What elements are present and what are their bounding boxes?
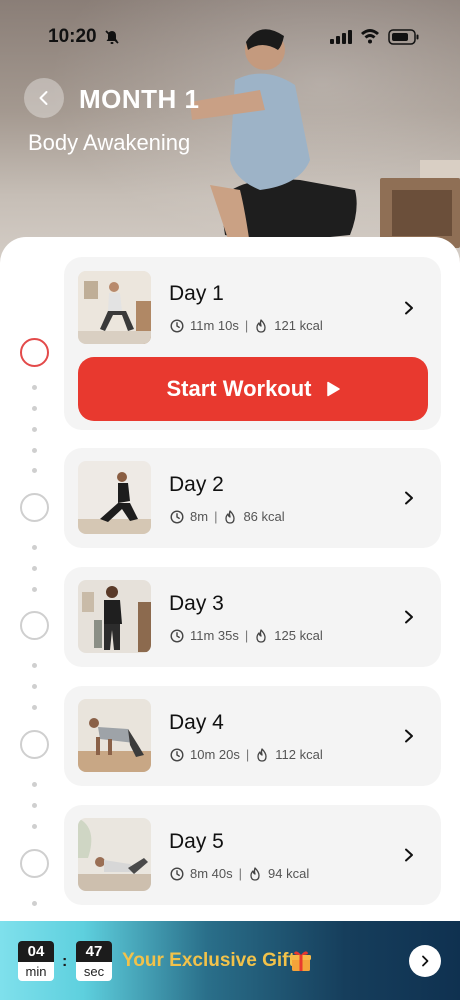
timeline-dot	[32, 427, 37, 432]
day-1-duration: 11m 10s	[190, 318, 239, 333]
day-3-duration: 11m 35s	[190, 628, 239, 643]
clock-icon	[170, 628, 184, 643]
bell-off-icon	[105, 30, 119, 44]
timeline-dot	[32, 406, 37, 411]
countdown-seconds-unit: sec	[76, 962, 112, 981]
day-5-duration: 8m 40s	[190, 866, 233, 881]
day-1-thumbnail	[78, 271, 151, 344]
day-5-title: Day 5	[169, 830, 224, 853]
day-card-5[interactable]: Day 5 8m 40s | 94 kcal	[64, 805, 441, 905]
timeline-dot	[32, 901, 37, 906]
timeline-dot	[32, 663, 37, 668]
clock-icon	[170, 747, 184, 762]
day-5-calories: 94 kcal	[268, 866, 310, 881]
countdown-seconds-value: 47	[76, 941, 112, 962]
countdown-minutes: 04 min	[18, 941, 54, 981]
day-3-calories: 125 kcal	[274, 628, 323, 643]
day-1-title: Day 1	[169, 282, 224, 305]
gift-icon	[291, 951, 311, 971]
flame-icon	[257, 747, 267, 762]
day-4-thumbnail	[78, 699, 151, 772]
chevron-left-icon	[39, 91, 48, 105]
timeline-node-day-5	[20, 849, 49, 878]
wifi-icon	[361, 29, 379, 44]
timeline-node-day-1	[20, 338, 49, 367]
day-2-thumbnail	[78, 461, 151, 534]
flame-icon	[250, 866, 260, 881]
hero-shelf-inner	[392, 190, 452, 236]
clock-icon	[170, 509, 184, 524]
timeline-dot	[32, 587, 37, 592]
clock-icon	[170, 866, 184, 881]
timeline-node-day-2	[20, 493, 49, 522]
day-2-meta: 8m | 86 kcal	[170, 509, 285, 524]
day-card-4[interactable]: Day 4 10m 20s | 112 kcal	[64, 686, 441, 786]
meta-separator: |	[238, 866, 243, 881]
chevron-right-icon	[405, 729, 413, 743]
timeline-dot	[32, 566, 37, 571]
day-4-title: Day 4	[169, 711, 224, 734]
timeline-dot	[32, 385, 37, 390]
back-button[interactable]	[24, 78, 64, 118]
timeline-node-day-4	[20, 730, 49, 759]
battery-icon	[388, 29, 419, 45]
hero-books	[420, 160, 460, 178]
play-icon	[326, 381, 340, 397]
timeline-dot	[32, 705, 37, 710]
timeline-dot	[32, 545, 37, 550]
chevron-right-icon	[405, 848, 413, 862]
day-5-meta: 8m 40s | 94 kcal	[170, 866, 309, 881]
day-2-calories: 86 kcal	[243, 509, 285, 524]
day-card-3[interactable]: Day 3 11m 35s | 125 kcal	[64, 567, 441, 667]
clock-icon	[170, 318, 184, 333]
countdown-colon: :	[62, 953, 68, 970]
day-2-duration: 8m	[190, 509, 209, 524]
day-2-title: Day 2	[169, 473, 224, 496]
start-workout-button[interactable]: Start Workout	[78, 357, 428, 421]
chevron-right-icon	[422, 955, 429, 967]
status-bar: 10:20	[0, 0, 460, 72]
day-1-meta: 11m 10s | 121 kcal	[170, 318, 323, 333]
day-5-thumbnail	[78, 818, 151, 891]
flame-icon	[225, 509, 236, 524]
chevron-right-icon	[405, 610, 413, 624]
meta-separator: |	[244, 318, 249, 333]
countdown-seconds: 47 sec	[76, 941, 112, 981]
countdown-minutes-unit: min	[18, 962, 54, 981]
day-3-meta: 11m 35s | 125 kcal	[170, 628, 323, 643]
signal-icon	[330, 30, 352, 44]
meta-separator: |	[214, 509, 218, 524]
timeline-node-day-3	[20, 611, 49, 640]
timeline-dot	[32, 782, 37, 787]
page-subtitle: Body Awakening	[28, 130, 191, 155]
gift-banner-text: Your Exclusive Gift	[122, 950, 295, 971]
day-4-duration: 10m 20s	[190, 747, 240, 762]
timeline-dot	[32, 684, 37, 689]
timeline-dot	[32, 448, 37, 453]
day-1-calories: 121 kcal	[274, 318, 323, 333]
timeline-dot	[32, 468, 37, 473]
flame-icon	[256, 628, 266, 643]
day-card-2[interactable]: Day 2 8m | 86 kcal	[64, 448, 441, 548]
timeline-dot	[32, 803, 37, 808]
meta-separator: |	[245, 747, 250, 762]
chevron-right-icon	[405, 301, 413, 315]
status-time: 10:20	[48, 26, 97, 47]
day-4-calories: 112 kcal	[275, 747, 323, 762]
gift-banner-next-button[interactable]	[409, 945, 441, 977]
meta-separator: |	[244, 628, 249, 643]
day-3-title: Day 3	[169, 592, 224, 615]
start-workout-label: Start Workout	[166, 376, 312, 401]
day-3-thumbnail	[78, 580, 151, 653]
day-4-meta: 10m 20s | 112 kcal	[170, 747, 323, 762]
page-title: MONTH 1	[79, 84, 200, 114]
timeline-dot	[32, 824, 37, 829]
chevron-right-icon	[405, 491, 413, 505]
flame-icon	[256, 318, 266, 333]
countdown-minutes-value: 04	[18, 941, 54, 962]
